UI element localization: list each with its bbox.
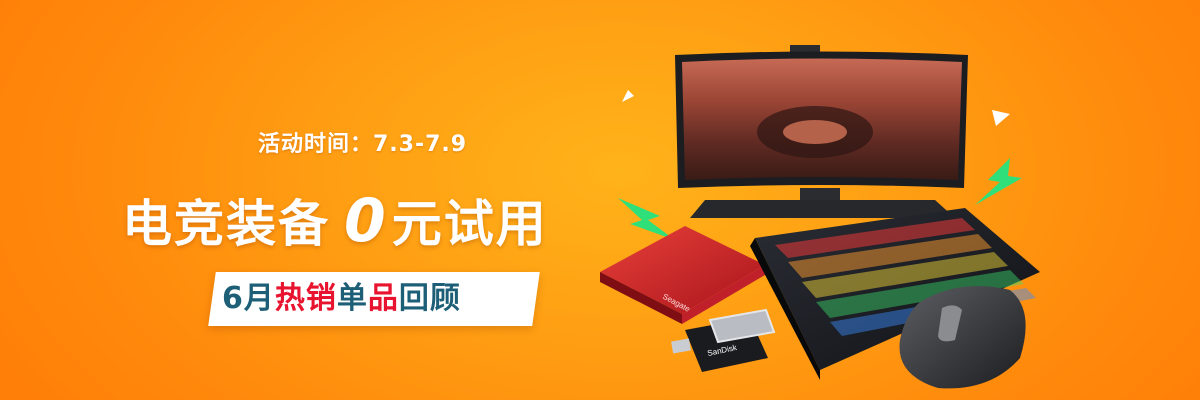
subtitle-single: 单 bbox=[336, 281, 368, 316]
hard-drive-icon: Seagate bbox=[600, 226, 765, 324]
subtitle-text[interactable]: 6月热销单品回顾 bbox=[222, 276, 532, 322]
headline: 电竞装备 0元试用 bbox=[122, 184, 622, 256]
subtitle-review: 回顾 bbox=[398, 281, 461, 316]
product-collage: Seagate SanDisk bbox=[600, 45, 1040, 389]
headline-part1: 电竞装备 bbox=[122, 195, 330, 253]
headline-zero: 0 bbox=[344, 186, 388, 256]
promo-banner[interactable]: 活动时间：7.3-7.9 电竞装备 0元试用 6月热销单品回顾 Seagate … bbox=[0, 0, 1200, 400]
headline-part2: 元试用 bbox=[391, 195, 548, 253]
subtitle-hot: 热销 bbox=[274, 281, 337, 316]
event-time: 活动时间：7.3-7.9 bbox=[258, 132, 468, 157]
subtitle-product: 品 bbox=[367, 281, 399, 316]
subtitle-month: 6月 bbox=[222, 281, 275, 316]
monitor-icon bbox=[675, 45, 968, 218]
